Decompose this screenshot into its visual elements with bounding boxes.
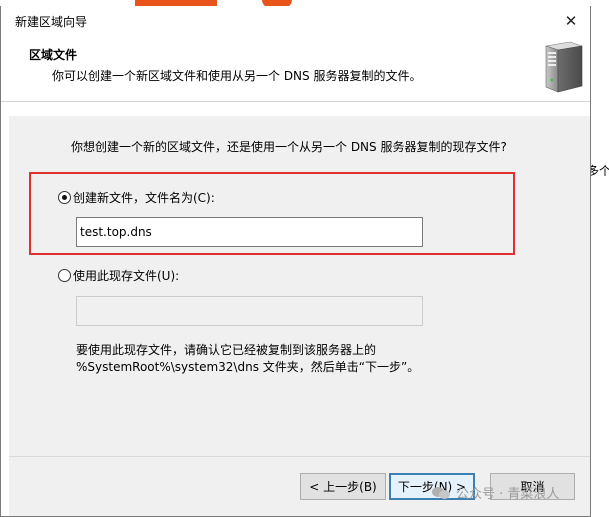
use-existing-file-radio[interactable] [58,269,71,282]
watermark-text: 公众号 · 青菜浪人 [456,487,560,502]
wizard-header: 区域文件 你可以创建一个新区域文件和使用从另一个 DNS 服务器复制的文件。 [1,34,590,102]
close-button[interactable]: ✕ [559,11,583,31]
create-new-file-radio[interactable] [58,191,71,204]
question-text: 你想创建一个新的区域文件，还是使用一个从另一个 DNS 服务器复制的现存文件? [71,140,507,154]
watermark: 公众号 · 青菜浪人 [432,483,559,502]
background-window-right [591,96,609,517]
page-subtitle: 你可以创建一个新区域文件和使用从另一个 DNS 服务器复制的文件。 [52,69,422,83]
note-line-1: 要使用此现存文件，请确认它已经被复制到该服务器上的 [76,343,377,357]
wizard-body: 你想创建一个新的区域文件，还是使用一个从另一个 DNS 服务器复制的现存文件? … [9,116,590,516]
existing-file-input[interactable] [76,296,423,326]
wechat-icon [432,485,450,501]
page-title: 区域文件 [29,48,78,62]
footer-divider [9,456,590,457]
dialog-title: 新建区域向导 [15,15,88,29]
new-file-name-input[interactable] [76,217,423,247]
note-line-2: %SystemRoot%\system32\dns 文件夹，然后单击“下一步”。 [76,360,420,374]
new-zone-wizard-dialog: 新建区域向导 ✕ 区域文件 你可以创建一个新区域文件和使用从另一个 DNS 服务… [0,6,591,517]
server-icon [545,41,583,93]
back-button[interactable]: < 上一步(B) [300,473,386,500]
create-new-file-label[interactable]: 创建新文件，文件名为(C): [73,189,215,206]
use-existing-file-label[interactable]: 使用此现存文件(U): [73,267,179,284]
existing-file-note: 要使用此现存文件，请确认它已经被复制到该服务器上的 %SystemRoot%\s… [76,342,419,376]
title-bar: 新建区域向导 ✕ [1,6,590,34]
